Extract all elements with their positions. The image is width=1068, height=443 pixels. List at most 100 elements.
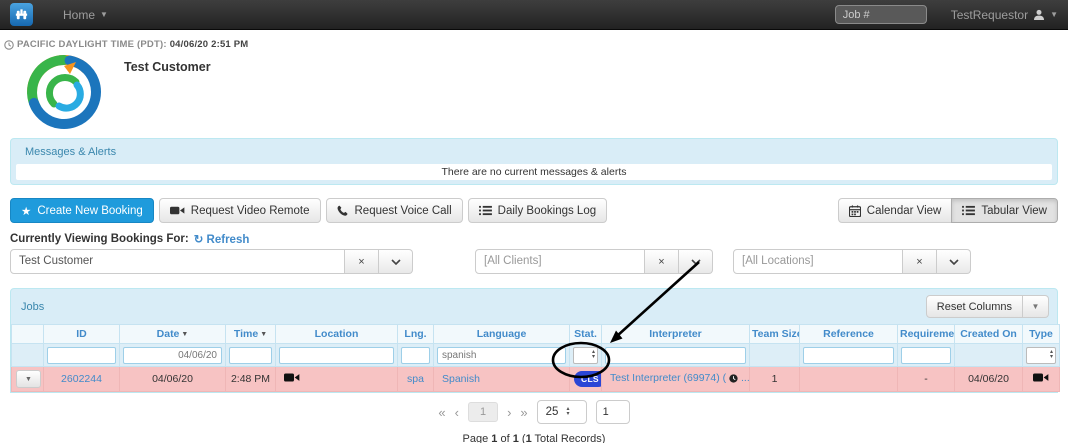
- page-summary: Page 1 of 1 (1 Total Records): [462, 433, 606, 443]
- team-size-cell: 1: [749, 366, 800, 392]
- column-header-interpreter[interactable]: Interpreter: [601, 324, 750, 344]
- column-header-stat[interactable]: Stat.: [569, 324, 602, 344]
- column-header-time[interactable]: Time ▼: [225, 324, 276, 344]
- chevron-down-icon[interactable]: [937, 249, 971, 274]
- app-logo-icon[interactable]: [10, 3, 33, 26]
- filter-date-input[interactable]: [123, 346, 222, 364]
- daily-bookings-log-button[interactable]: Daily Bookings Log: [467, 198, 608, 223]
- sort-caret-icon: ▼: [181, 331, 189, 338]
- user-icon: [1033, 9, 1045, 21]
- page-size-select[interactable]: 25 ▴ ▾: [536, 400, 587, 424]
- list-icon: [478, 205, 492, 216]
- jobs-panel-title: Jobs: [21, 300, 45, 313]
- clock-icon: [4, 39, 14, 50]
- column-header-requirement[interactable]: Requirement: [897, 324, 955, 344]
- chevron-down-icon: ▼: [1050, 10, 1058, 19]
- filter-location-input[interactable]: [279, 346, 394, 364]
- job-id-link[interactable]: 2602244: [61, 373, 102, 385]
- locations-select[interactable]: [All Locations] ×: [733, 249, 971, 274]
- filter-lng-input[interactable]: [401, 346, 430, 364]
- video-camera-icon: [1033, 372, 1049, 383]
- pagination-prev-button[interactable]: ‹: [455, 405, 459, 420]
- column-header-location[interactable]: Location: [275, 324, 398, 344]
- reset-columns-label: Reset Columns: [936, 300, 1012, 313]
- row-expander-button[interactable]: ▼: [16, 370, 41, 388]
- table-row: ▼ 2602244 04/06/20 2:48 PM spa Spanish C…: [11, 366, 1060, 392]
- chevron-down-icon[interactable]: [379, 249, 413, 274]
- calendar-view-label: Calendar View: [866, 204, 942, 217]
- job-language-link[interactable]: Spanish: [442, 373, 480, 385]
- reset-columns-button[interactable]: Reset Columns: [925, 295, 1023, 318]
- pagination-next-button[interactable]: ›: [507, 405, 511, 420]
- pagination-current-page[interactable]: 1: [467, 402, 499, 422]
- filter-requirement-input[interactable]: [901, 346, 951, 364]
- messages-panel: Messages & Alerts There are no current m…: [10, 138, 1058, 185]
- home-menu[interactable]: Home ▼: [63, 8, 108, 22]
- calendar-icon: [848, 204, 861, 217]
- clients-select-value: [All Clients]: [475, 249, 645, 274]
- messages-panel-title: Messages & Alerts: [25, 146, 117, 158]
- column-header-language[interactable]: Language: [433, 324, 570, 344]
- request-video-remote-button[interactable]: Request Video Remote: [158, 198, 321, 223]
- star-icon: ★: [21, 205, 32, 218]
- refresh-icon: ↻: [193, 234, 204, 246]
- timezone-label: PACIFIC DAYLIGHT TIME (PDT):: [17, 39, 167, 50]
- calendar-view-button[interactable]: Calendar View: [837, 198, 953, 223]
- page-number-input[interactable]: [595, 400, 630, 424]
- filter-reference-input[interactable]: [803, 346, 894, 364]
- create-new-booking-button[interactable]: ★ Create New Booking: [10, 198, 154, 223]
- messages-empty-text: There are no current messages & alerts: [16, 164, 1052, 180]
- customer-select-value: Test Customer: [10, 249, 345, 274]
- column-header-date[interactable]: Date ▼: [119, 324, 226, 344]
- view-toggle-group: Calendar View Tabular View: [837, 198, 1058, 223]
- viewing-bookings-label: Currently Viewing Bookings For:: [10, 233, 189, 245]
- jobs-panel-header: Jobs Reset Columns ▼: [11, 289, 1057, 324]
- request-voice-call-label: Request Voice Call: [354, 204, 452, 217]
- filter-id-input[interactable]: [47, 346, 116, 364]
- clients-select[interactable]: [All Clients] ×: [475, 249, 713, 274]
- pagination-first-button[interactable]: «: [438, 405, 445, 420]
- create-new-booking-label: Create New Booking: [37, 204, 143, 217]
- column-header-created-on[interactable]: Created On: [954, 324, 1023, 344]
- clear-icon[interactable]: ×: [345, 249, 379, 274]
- tabular-view-button[interactable]: Tabular View: [951, 198, 1058, 223]
- clear-icon[interactable]: ×: [903, 249, 937, 274]
- filter-language-input[interactable]: [437, 346, 566, 364]
- current-datetime: 04/06/20 2:51 PM: [169, 39, 249, 50]
- locations-select-value: [All Locations]: [733, 249, 903, 274]
- reset-columns-caret-button[interactable]: ▼: [1023, 295, 1049, 318]
- interpreter-link[interactable]: Test Interpreter (69974) ( ...): [610, 372, 749, 386]
- user-menu-label: TestRequestor: [950, 7, 1029, 22]
- filter-time-input[interactable]: [229, 346, 272, 364]
- spinner-icon: ▴ ▾: [566, 406, 570, 417]
- job-lng-link[interactable]: spa: [407, 373, 424, 385]
- phone-icon: [337, 205, 349, 217]
- reset-columns-group: Reset Columns ▼: [925, 295, 1049, 318]
- actions-toolbar: ★ Create New Booking Request Video Remot…: [10, 198, 1058, 223]
- filter-interpreter-input[interactable]: [605, 346, 746, 364]
- clock-icon: [729, 374, 738, 386]
- filter-type-select[interactable]: ▴ ▾: [1026, 346, 1056, 364]
- requirement-cell: -: [897, 366, 955, 392]
- refresh-link[interactable]: ↻ Refresh: [194, 232, 250, 246]
- column-header-lng[interactable]: Lng.: [397, 324, 434, 344]
- status-badge[interactable]: CLS: [574, 371, 601, 387]
- jobs-table: ID Date ▼ Time ▼ Location Lng. Language St…: [11, 324, 1060, 392]
- column-header-reference[interactable]: Reference: [799, 324, 898, 344]
- customer-select[interactable]: Test Customer ×: [10, 249, 413, 274]
- column-header-type[interactable]: Type: [1022, 324, 1060, 344]
- tabular-view-label: Tabular View: [981, 204, 1047, 217]
- clear-icon[interactable]: ×: [645, 249, 679, 274]
- column-header-id[interactable]: ID: [43, 324, 120, 344]
- job-number-input[interactable]: [834, 5, 927, 24]
- page-size-value: 25: [545, 406, 559, 418]
- filter-status-select[interactable]: ▴ ▾: [573, 346, 598, 364]
- user-menu[interactable]: TestRequestor ▼: [951, 8, 1058, 22]
- request-voice-call-button[interactable]: Request Voice Call: [325, 198, 463, 223]
- column-header-team-size[interactable]: Team Size: [749, 324, 800, 344]
- created-on-cell: 04/06/20: [954, 366, 1023, 392]
- daily-bookings-log-label: Daily Bookings Log: [497, 204, 597, 217]
- job-date-cell: 04/06/20: [119, 366, 226, 392]
- chevron-down-icon[interactable]: [679, 249, 713, 274]
- pagination-last-button[interactable]: »: [520, 405, 527, 420]
